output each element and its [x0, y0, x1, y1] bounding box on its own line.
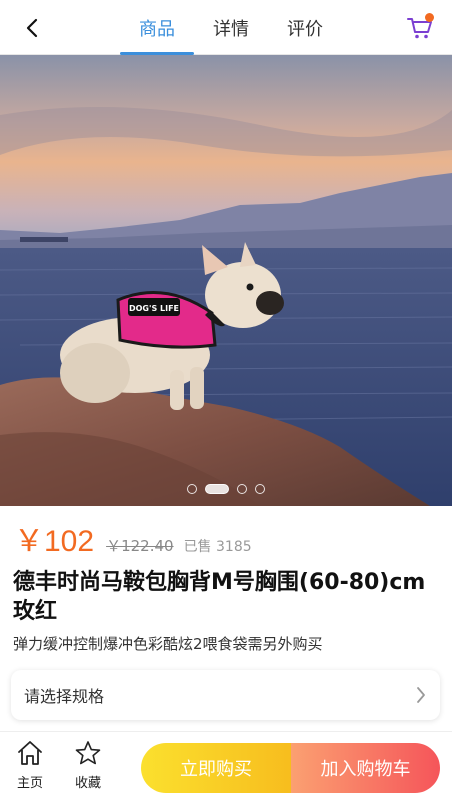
product-title: 德丰时尚马鞍包胸背M号胸围(60-80)cm玫红	[13, 570, 426, 624]
spec-selector-label: 请选择规格	[24, 687, 105, 706]
carousel-dot[interactable]	[255, 484, 265, 494]
carousel-dot[interactable]	[187, 484, 197, 494]
carousel-dot[interactable]	[237, 484, 247, 494]
product-image-carousel[interactable]: DOG'S LIFE	[0, 55, 452, 506]
bottom-action-bar: 主页 收藏 立即购买 加入购物车	[0, 731, 452, 803]
tab-reviews[interactable]: 评价	[268, 0, 342, 55]
carousel-dot-active[interactable]	[205, 484, 229, 494]
original-price: ￥122.40	[106, 537, 174, 555]
sold-count: 已售 3185	[183, 539, 252, 555]
purchase-buttons: 立即购买 加入购物车	[141, 743, 440, 793]
buy-now-button[interactable]: 立即购买	[141, 743, 291, 793]
home-icon	[18, 741, 42, 765]
favorite-label: 收藏	[74, 776, 101, 791]
price-row: ￥102 ￥122.40 已售 3185	[14, 516, 252, 558]
chevron-left-icon	[26, 18, 38, 38]
harness-brand-text: DOG'S LIFE	[129, 304, 179, 313]
tab-bar: 商品 详情 评价	[120, 0, 342, 55]
add-to-cart-button[interactable]: 加入购物车	[291, 743, 440, 793]
star-icon	[75, 741, 101, 765]
chevron-right-icon	[417, 687, 425, 703]
current-price: ￥102	[14, 525, 95, 558]
home-button[interactable]: 主页	[8, 740, 52, 791]
cart-button[interactable]	[404, 12, 436, 44]
back-button[interactable]	[18, 14, 46, 42]
tab-product[interactable]: 商品	[120, 0, 194, 55]
carousel-indicators	[0, 484, 452, 494]
product-subtitle: 弹力缓冲控制爆冲色彩酷炫2喂食袋需另外购买	[13, 635, 323, 653]
product-photo: DOG'S LIFE	[0, 55, 452, 506]
top-nav-bar: 商品 详情 评价	[0, 0, 452, 55]
home-label: 主页	[16, 776, 43, 791]
tab-details[interactable]: 详情	[194, 0, 268, 55]
favorite-button[interactable]: 收藏	[66, 740, 110, 791]
spec-selector[interactable]: 请选择规格	[11, 670, 440, 720]
cart-badge	[425, 13, 434, 22]
